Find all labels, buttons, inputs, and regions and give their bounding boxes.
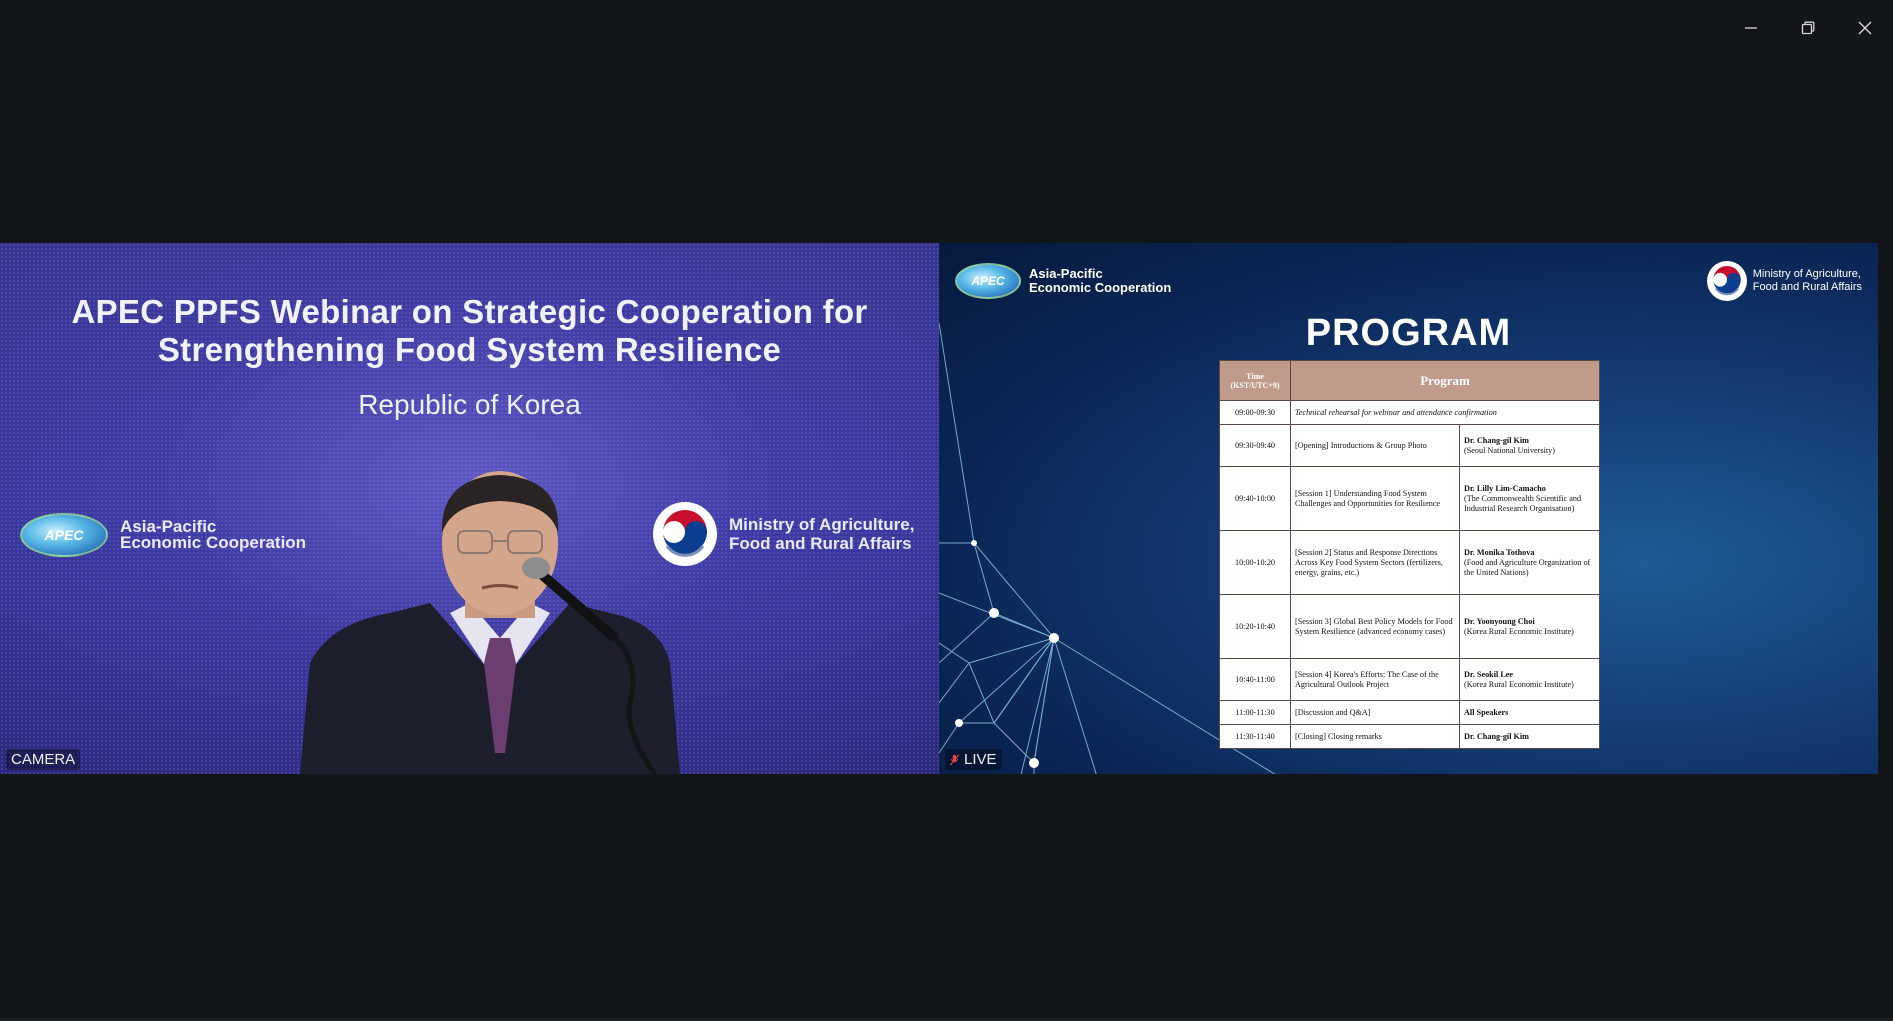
speaker-figure (300, 471, 680, 774)
slide-apec-logo: APEC Asia-Pacific Economic Cooperation (955, 263, 1171, 299)
row-time: 09:30-09:40 (1219, 424, 1291, 467)
slide-apec-line1: Asia-Pacific (1029, 266, 1103, 281)
slide-ministry-logo: Ministry of Agriculture, Food and Rural … (1706, 261, 1862, 301)
speaker-org: (Korea Rural Economic Institute) (1464, 626, 1574, 636)
header-time-label: Time (1246, 371, 1264, 381)
camera-feed[interactable]: APEC PPFS Webinar on Strategic Cooperati… (0, 243, 939, 774)
table-row: 11:00-11:30 [Discussion and Q&A] All Spe… (1219, 700, 1601, 725)
row-time: 09:40-10:00 (1219, 466, 1291, 531)
header-time: Time (KST/UTC+9) (1219, 360, 1291, 401)
table-row: 10:00-10:20 [Session 2] Status and Respo… (1219, 530, 1601, 595)
slide-apec-line2: Economic Cooperation (1029, 280, 1172, 295)
ministry-line2: Food and Rural Affairs (729, 534, 912, 553)
apec-globe-icon: APEC (955, 263, 1021, 299)
speaker-org: (The Commonwealth Scientific and Industr… (1464, 493, 1582, 513)
slide-heading: PROGRAM (1305, 312, 1512, 354)
apec-globe-icon: APEC (20, 513, 108, 557)
video-stage: APEC PPFS Webinar on Strategic Cooperati… (0, 243, 1878, 774)
row-program: [Session 1] Understanding Food System Ch… (1290, 466, 1460, 531)
slide-ministry-line2: Food and Rural Affairs (1752, 281, 1862, 293)
row-speaker: Dr. Chang-gil Kim (1458, 724, 1601, 749)
speaker-org: (Seoul National University) (1464, 445, 1555, 455)
row-speaker: Dr. Yoonyoung Choi (Korea Rural Economic … (1458, 594, 1601, 659)
table-row: 09:40-10:00 [Session 1] Understanding Fo… (1219, 466, 1601, 531)
row-program: [Discussion and Q&A] (1290, 700, 1460, 725)
speaker-org: (Food and Agriculture Organization of th… (1464, 557, 1591, 577)
speaker-name: Dr. Chang-gil Kim (1464, 435, 1529, 445)
minimize-icon (1744, 27, 1757, 29)
restore-icon (1801, 21, 1814, 35)
row-program: [Session 3] Global Best Policy Models fo… (1290, 594, 1460, 659)
row-speaker: Dr. Seokil Lee (Korea Rural Economic Inst… (1458, 658, 1601, 701)
row-program: Technical rehearsal for webinar and atte… (1289, 400, 1601, 425)
slide-apec-text: Asia-Pacific Economic Cooperation (1029, 267, 1171, 295)
slide-feed[interactable]: APEC Asia-Pacific Economic Cooperation M… (939, 243, 1878, 774)
table-row: 10:20-10:40 [Session 3] Global Best Poli… (1219, 594, 1601, 659)
table-row: 09:00-09:30 Technical rehearsal for webi… (1219, 400, 1601, 425)
apec-logo: APEC Asia-Pacific Economic Cooperation (20, 513, 306, 557)
table-row: 09:30-09:40 [Opening] Introductions & Gr… (1219, 424, 1601, 467)
speaker-name: Dr. Lilly Lim-Camacho (1464, 483, 1546, 493)
speaker-name: All Speakers (1464, 707, 1509, 717)
table-row: 10:40-11:00 [Session 4] Korea's Efforts:… (1219, 658, 1601, 701)
program-table-header: Time (KST/UTC+9) Program (1219, 360, 1601, 401)
row-time: 11:30-11:40 (1219, 724, 1291, 749)
mic-muted-icon (950, 754, 959, 765)
row-speaker: Dr. Monika Tothova (Food and Agriculture … (1458, 530, 1601, 595)
meeting-window: APEC PPFS Webinar on Strategic Cooperati… (0, 0, 1893, 1021)
row-program: [Session 2] Status and Response Directio… (1290, 530, 1460, 595)
live-label: LIVE (945, 749, 1002, 770)
header-program: Program (1289, 360, 1601, 401)
speaker-name: Dr. Monika Tothova (1464, 547, 1535, 557)
row-time: 09:00-09:30 (1219, 400, 1291, 425)
restore-button[interactable] (1779, 0, 1836, 56)
banner-title: APEC PPFS Webinar on Strategic Cooperati… (0, 293, 939, 369)
ministry-line1: Ministry of Agriculture, (729, 515, 915, 534)
header-time-zone: (KST/UTC+9) (1230, 380, 1280, 390)
program-table: Time (KST/UTC+9) Program 09:00-09:30 Tec… (1219, 360, 1601, 749)
speaker-name: Dr. Chang-gil Kim (1464, 731, 1529, 741)
minimize-button[interactable] (1722, 0, 1779, 56)
apec-logo-text: Asia-Pacific Economic Cooperation (120, 518, 307, 552)
banner-subtitle: Republic of Korea (358, 389, 581, 420)
row-time: 10:20-10:40 (1219, 594, 1291, 659)
apec-line2: Economic Cooperation (120, 533, 307, 552)
close-icon (1858, 21, 1871, 35)
row-program: [Session 4] Korea's Efforts: The Case of… (1290, 658, 1460, 701)
row-program: [Opening] Introductions & Group Photo (1290, 424, 1460, 467)
banner-title-line1: APEC PPFS Webinar on Strategic Cooperati… (71, 293, 868, 330)
ministry-logo-text: Ministry of Agriculture, Food and Rural … (729, 515, 914, 553)
slide-ministry-line1: Ministry of Agriculture, (1752, 268, 1861, 280)
row-speaker: Dr. Chang-gil Kim (Seoul National Univers… (1458, 424, 1601, 467)
slide-ministry-text: Ministry of Agriculture, Food and Rural … (1753, 268, 1862, 294)
row-speaker: All Speakers (1458, 700, 1601, 725)
speaker-org: (Korea Rural Economic Institute) (1464, 679, 1574, 689)
row-time: 10:00-10:20 (1219, 530, 1291, 595)
speaker-name: Dr. Seokil Lee (1464, 669, 1514, 679)
taegeuk-icon (1706, 261, 1747, 301)
close-button[interactable] (1836, 0, 1893, 56)
live-label-text: LIVE (964, 751, 997, 768)
camera-label: CAMERA (6, 749, 81, 770)
row-program: [Closing] Closing remarks (1290, 724, 1460, 749)
speaker-name: Dr. Yoonyoung Choi (1464, 616, 1535, 626)
row-speaker: Dr. Lilly Lim-Camacho (The Commonwealth S… (1458, 466, 1601, 531)
banner-title-line2: Strengthening Food System Resilience (157, 331, 782, 368)
row-time: 10:40-11:00 (1219, 658, 1291, 701)
window-controls (1722, 0, 1893, 56)
row-time: 11:00-11:30 (1219, 700, 1291, 725)
table-row: 11:30-11:40 [Closing] Closing remarks Dr… (1219, 724, 1601, 749)
